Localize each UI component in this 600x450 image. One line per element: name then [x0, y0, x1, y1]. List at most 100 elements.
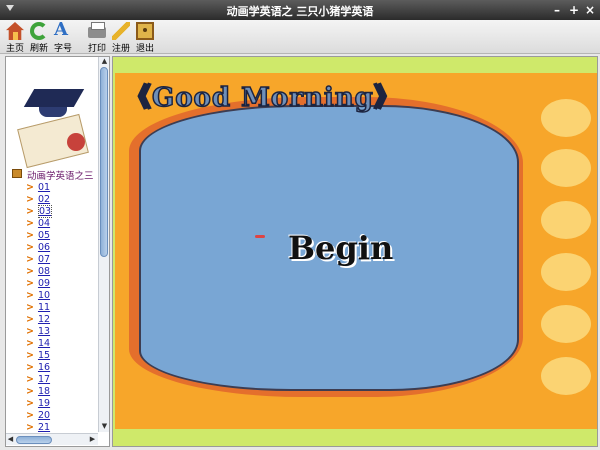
window-title: 动画学英语之 三只小猪学英语	[226, 5, 374, 18]
lesson-arrow-icon: >	[26, 194, 34, 205]
home-icon	[6, 22, 24, 40]
lesson-link[interactable]: 12	[38, 314, 50, 325]
lesson-link[interactable]: 13	[38, 326, 50, 337]
horizontal-scrollbar[interactable]: ◀ ▶	[6, 433, 98, 445]
printer-icon	[88, 22, 106, 38]
lesson-link[interactable]: 14	[38, 338, 50, 349]
lesson-item[interactable]: >03	[26, 205, 96, 218]
lesson-link[interactable]: 16	[38, 362, 50, 373]
lesson-item[interactable]: >16	[26, 362, 96, 374]
lesson-item[interactable]: >13	[26, 326, 96, 338]
pencil-icon	[112, 22, 130, 40]
lesson-link[interactable]: 09	[38, 278, 50, 289]
lesson-arrow-icon: >	[26, 230, 34, 241]
door-icon	[136, 22, 154, 40]
lesson-item[interactable]: >01	[26, 182, 96, 194]
font-size-button[interactable]: A 字号	[50, 19, 76, 54]
bubble-decoration	[541, 305, 591, 343]
lesson-item[interactable]: >09	[26, 278, 96, 290]
lesson-item[interactable]: >18	[26, 386, 96, 398]
lesson-link[interactable]: 04	[38, 218, 50, 229]
lesson-link[interactable]: 20	[38, 410, 50, 421]
lesson-link[interactable]: 15	[38, 350, 50, 361]
book-tree-node[interactable]: 动画学英语之三	[12, 168, 109, 182]
lesson-link[interactable]: 06	[38, 242, 50, 253]
scroll-left-arrow-icon[interactable]: ◀	[6, 435, 15, 444]
mortarboard-icon	[23, 89, 85, 107]
lesson-item[interactable]: >14	[26, 338, 96, 350]
scroll-up-arrow-icon[interactable]: ▲	[100, 57, 109, 66]
lesson-sidebar: 动画学英语之三 >01 >02 >03 >04 >05 >06 >07 >08 >09 >10 >1…	[5, 56, 110, 447]
lesson-arrow-icon: >	[26, 218, 34, 229]
book-icon	[12, 169, 22, 178]
minimize-button[interactable]: –	[550, 3, 564, 17]
lesson-arrow-icon: >	[26, 314, 34, 325]
bubble-decoration	[541, 201, 591, 239]
scroll-down-arrow-icon[interactable]: ▼	[100, 422, 109, 431]
lesson-item[interactable]: >12	[26, 314, 96, 326]
lesson-link[interactable]: 03	[37, 205, 53, 218]
lesson-link[interactable]: 11	[38, 302, 50, 313]
lesson-arrow-icon: >	[26, 362, 34, 373]
lesson-item[interactable]: >19	[26, 398, 96, 410]
lesson-link[interactable]: 08	[38, 266, 50, 277]
lesson-arrow-icon: >	[26, 242, 34, 253]
lesson-item[interactable]: >17	[26, 374, 96, 386]
lesson-link[interactable]: 18	[38, 386, 50, 397]
font-size-icon: A	[54, 19, 68, 40]
lesson-arrow-icon: >	[26, 374, 34, 385]
lesson-item[interactable]: >07	[26, 254, 96, 266]
bubble-decoration	[541, 149, 591, 187]
lesson-arrow-icon: >	[26, 182, 34, 193]
lesson-list: >01 >02 >03 >04 >05 >06 >07 >08 >09 >10 >11 >12 >13 >…	[26, 182, 96, 434]
lesson-item[interactable]: >05	[26, 230, 96, 242]
bubble-decoration	[541, 253, 591, 291]
refresh-icon	[30, 22, 48, 40]
lesson-item[interactable]: >06	[26, 242, 96, 254]
lesson-arrow-icon: >	[26, 410, 34, 421]
lesson-link[interactable]: 19	[38, 398, 50, 409]
lesson-arrow-icon: >	[26, 398, 34, 409]
lesson-link[interactable]: 17	[38, 374, 50, 385]
lesson-link[interactable]: 05	[38, 230, 50, 241]
lesson-link[interactable]: 01	[38, 182, 50, 193]
lesson-item[interactable]: >10	[26, 290, 96, 302]
lesson-link[interactable]: 02	[38, 194, 50, 205]
vertical-scrollbar[interactable]: ▲ ▼	[98, 57, 109, 432]
app-window: 动画学英语之 三只小猪学英语 – + × 主页 刷新 A 字号 打印 注册 退出	[0, 0, 600, 450]
lesson-arrow-icon: >	[26, 278, 34, 289]
horizontal-scroll-thumb[interactable]	[16, 436, 52, 444]
lesson-link[interactable]: 10	[38, 290, 50, 301]
exit-label: 退出	[135, 44, 154, 54]
lesson-item[interactable]: >04	[26, 218, 96, 230]
scroll-right-arrow-icon[interactable]: ▶	[88, 435, 97, 444]
decorative-bubbles	[533, 79, 593, 419]
begin-button[interactable]: Begin	[288, 229, 393, 267]
lesson-arrow-icon: >	[26, 350, 34, 361]
lesson-arrow-icon: >	[26, 386, 34, 397]
book-title: 动画学英语之三	[27, 171, 94, 182]
font-size-label: 字号	[53, 44, 72, 54]
lesson-item[interactable]: >02	[26, 194, 96, 206]
exit-button[interactable]: 退出	[132, 21, 158, 54]
lesson-link[interactable]: 07	[38, 254, 50, 265]
lesson-item[interactable]: >08	[26, 266, 96, 278]
lesson-arrow-icon: >	[26, 254, 34, 265]
lesson-arrow-icon: >	[26, 326, 34, 337]
maximize-button[interactable]: +	[567, 3, 581, 17]
lesson-link[interactable]: 21	[38, 422, 50, 433]
lesson-arrow-icon: >	[26, 338, 34, 349]
spark-decoration	[255, 235, 265, 238]
title-bar: 动画学英语之 三只小猪学英语 – + ×	[0, 0, 600, 20]
toolbar: 主页 刷新 A 字号 打印 注册 退出	[0, 19, 600, 54]
lesson-item[interactable]: >11	[26, 302, 96, 314]
vertical-scroll-thumb[interactable]	[100, 67, 108, 257]
lesson-arrow-icon: >	[26, 302, 34, 313]
lesson-arrow-icon: >	[26, 290, 34, 301]
lesson-stage: 《Good Morning》 Begin	[112, 56, 598, 447]
lesson-arrow-icon: >	[26, 422, 34, 433]
close-button[interactable]: ×	[583, 3, 597, 17]
lesson-heading: 《Good Morning》	[124, 82, 401, 114]
lesson-item[interactable]: >15	[26, 350, 96, 362]
lesson-item[interactable]: >20	[26, 410, 96, 422]
